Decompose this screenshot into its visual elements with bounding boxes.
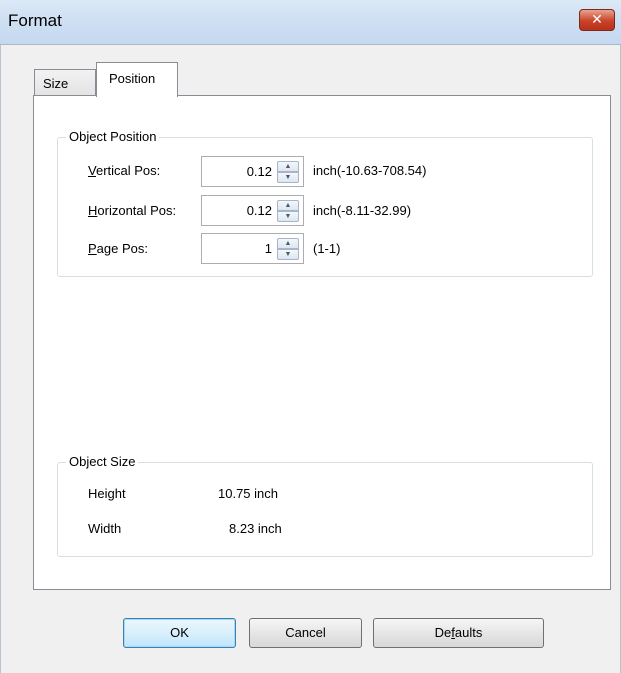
page-pos-value[interactable]: 1 <box>265 241 272 256</box>
vertical-pos-range: inch(-10.63-708.54) <box>313 163 427 178</box>
close-icon: ✕ <box>591 11 603 27</box>
vertical-pos-down-arrow-icon[interactable]: ▼ <box>277 172 299 183</box>
title-bar: Format ✕ <box>0 0 621 45</box>
horizontal-pos-spin-buttons: ▲ ▼ <box>277 200 299 222</box>
tab-size-label: Size <box>43 76 69 91</box>
page-pos-spinner[interactable]: 1 ▲ ▼ <box>201 233 304 264</box>
horizontal-pos-down-arrow-icon[interactable]: ▼ <box>277 211 299 222</box>
horizontal-pos-value[interactable]: 0.12 <box>247 203 272 218</box>
close-button[interactable]: ✕ <box>579 9 615 31</box>
page-pos-range: (1-1) <box>313 241 341 256</box>
horizontal-pos-label: Horizontal Pos: <box>88 203 177 218</box>
ok-button[interactable]: OK <box>123 618 236 648</box>
tab-size[interactable]: Size <box>34 69 96 96</box>
width-value: 8.23 inch <box>229 521 282 536</box>
cancel-button[interactable]: Cancel <box>249 618 362 648</box>
window-title: Format <box>8 11 62 30</box>
object-size-group: Object Size <box>57 454 593 557</box>
height-label: Height <box>88 486 126 501</box>
vertical-pos-label: Vertical Pos: <box>88 163 161 178</box>
width-label: Width <box>88 521 122 536</box>
horizontal-pos-range: inch(-8.11-32.99) <box>313 203 412 218</box>
tab-position[interactable]: Position <box>96 62 178 97</box>
horizontal-pos-spinner[interactable]: 0.12 ▲ ▼ <box>201 195 304 226</box>
object-position-group-label: Object Position <box>66 129 160 145</box>
height-value: 10.75 inch <box>218 486 278 501</box>
vertical-pos-value[interactable]: 0.12 <box>247 164 272 179</box>
page-pos-spin-buttons: ▲ ▼ <box>277 238 299 260</box>
vertical-pos-up-arrow-icon[interactable]: ▲ <box>277 161 299 172</box>
horizontal-pos-up-arrow-icon[interactable]: ▲ <box>277 200 299 211</box>
page-pos-up-arrow-icon[interactable]: ▲ <box>277 238 299 249</box>
tab-position-label: Position <box>109 71 156 86</box>
vertical-pos-spin-buttons: ▲ ▼ <box>277 161 299 183</box>
page-pos-label: Page Pos: <box>88 241 148 256</box>
object-size-group-label: Object Size <box>66 454 139 470</box>
vertical-pos-spinner[interactable]: 0.12 ▲ ▼ <box>201 156 304 187</box>
page-pos-down-arrow-icon[interactable]: ▼ <box>277 249 299 260</box>
defaults-button[interactable]: Defaults <box>373 618 544 648</box>
